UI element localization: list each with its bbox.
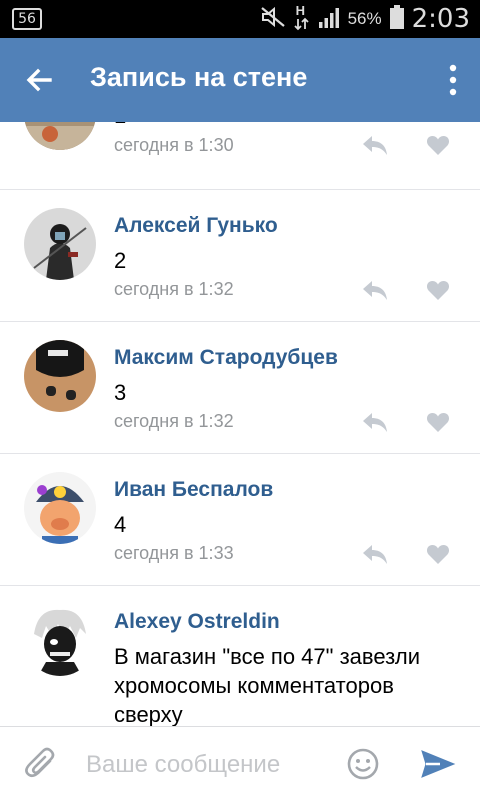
reply-icon[interactable]: [362, 411, 388, 433]
heart-icon[interactable]: [426, 543, 450, 565]
comment-text: 3: [114, 380, 127, 405]
status-icons: H 56% 2:03: [260, 0, 470, 38]
comment-time: сегодня в 1:33: [114, 543, 234, 563]
author-name[interactable]: Alexey Ostreldin: [114, 610, 280, 634]
comment-text: В магазин "все по 47" завезли хромосомы …: [114, 644, 421, 726]
comment-item: Алексей Гунько 2 сегодня в 1:32: [0, 190, 480, 322]
arrow-left-icon: [26, 68, 52, 92]
comment-text: 1: [114, 122, 464, 130]
avatar[interactable]: [24, 340, 96, 412]
more-vertical-icon: [449, 64, 457, 96]
page-title: Запись на стене: [90, 62, 308, 92]
send-icon: [421, 750, 456, 778]
reply-icon[interactable]: [362, 279, 388, 301]
reply-icon[interactable]: [362, 543, 388, 565]
status-bar: 56 H 56% 2:03: [0, 0, 480, 38]
comment-time: сегодня в 1:32: [114, 411, 234, 431]
notification-badge: 56: [12, 8, 42, 30]
signal-icon: [318, 6, 340, 33]
comment-text: 2: [114, 248, 127, 273]
avatar[interactable]: [24, 604, 96, 676]
message-input[interactable]: [86, 747, 336, 783]
avatar[interactable]: [24, 208, 96, 280]
heart-icon[interactable]: [426, 279, 450, 301]
heart-icon[interactable]: [426, 134, 450, 156]
reply-icon[interactable]: [362, 134, 388, 156]
author-name[interactable]: Иван Беспалов: [114, 478, 273, 502]
comment-item: Иван Беспалов 4 сегодня в 1:33: [0, 454, 480, 586]
mute-icon: [260, 6, 286, 33]
comment-item: 1 сегодня в 1:30: [0, 122, 480, 190]
heart-icon[interactable]: [426, 411, 450, 433]
paperclip-icon: [25, 747, 55, 778]
comment-time: сегодня в 1:30: [114, 135, 234, 155]
battery-percent: 56%: [347, 9, 382, 28]
battery-icon: [389, 4, 404, 34]
comment-item: Максим Стародубцев 3 сегодня в 1:32: [0, 322, 480, 454]
send-button[interactable]: [420, 747, 456, 781]
avatar[interactable]: [24, 122, 96, 150]
avatar[interactable]: [24, 472, 96, 544]
comment-text: 4: [114, 512, 127, 537]
emoji-button[interactable]: [346, 747, 380, 781]
author-name[interactable]: Максим Стародубцев: [114, 346, 338, 370]
attach-button[interactable]: [24, 747, 58, 781]
message-composer: [0, 726, 480, 800]
data-arrows-icon: H: [293, 3, 310, 33]
comment-item: Alexey Ostreldin В магазин "все по 47" з…: [0, 586, 480, 726]
more-menu-button[interactable]: [446, 62, 460, 98]
clock: 2:03: [411, 4, 470, 34]
author-name[interactable]: Алексей Гунько: [114, 214, 278, 238]
smiley-icon: [347, 748, 379, 780]
back-button[interactable]: [20, 60, 60, 100]
comments-list[interactable]: 1 сегодня в 1:30 Алексей Гунько 2 сегодн…: [0, 122, 480, 726]
app-header: Запись на стене: [0, 38, 480, 122]
comment-time: сегодня в 1:32: [114, 279, 234, 299]
